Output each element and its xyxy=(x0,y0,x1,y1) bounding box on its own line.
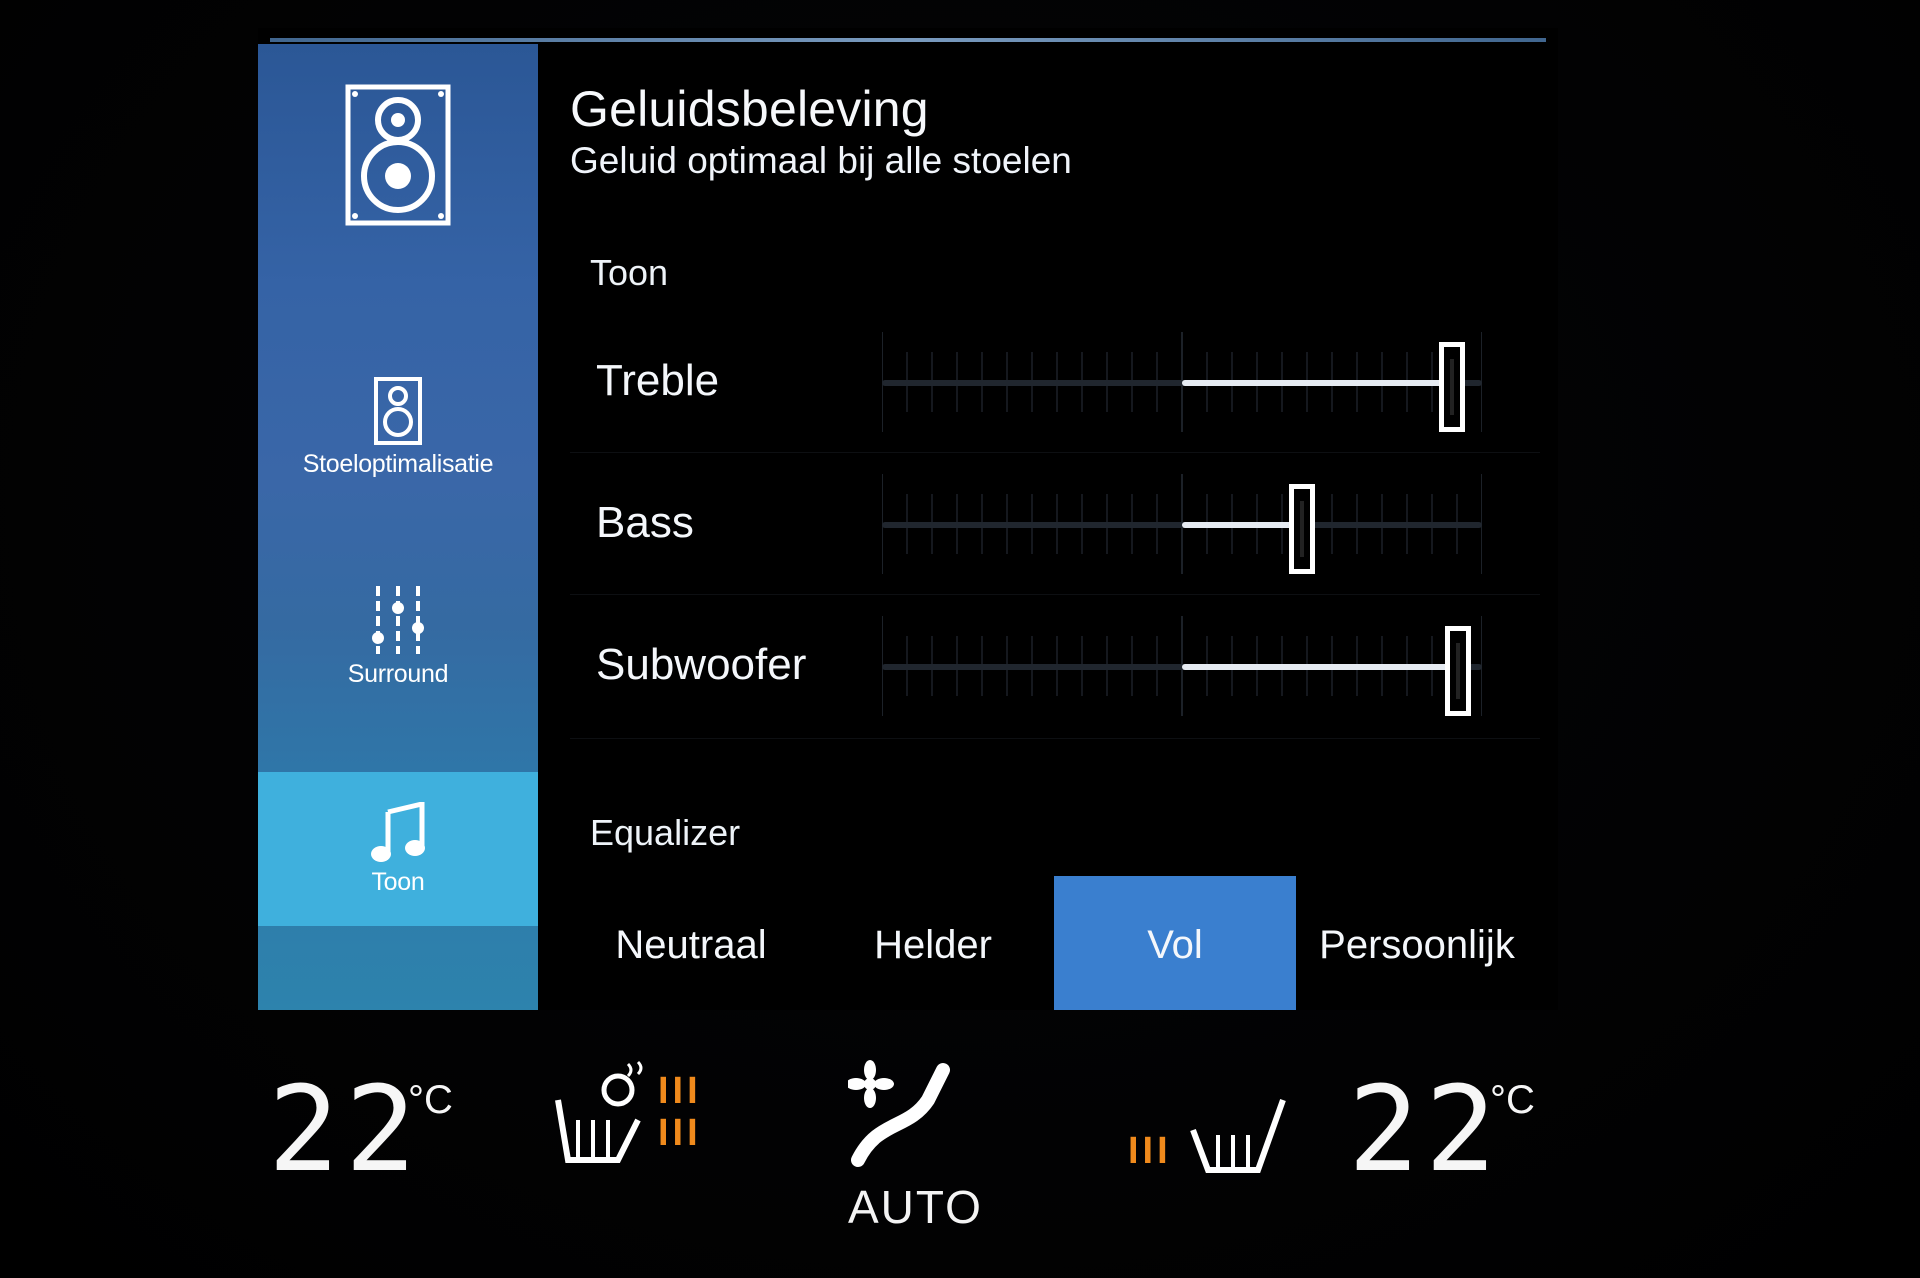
divider xyxy=(570,452,1540,453)
speaker-small-icon xyxy=(374,377,422,445)
equalizer-options: Neutraal Helder Vol Persoonlijk xyxy=(570,876,1540,1010)
slider-label: Treble xyxy=(596,356,720,405)
sidebar-item-stoeloptimalisatie[interactable]: Stoeloptimalisatie xyxy=(258,376,538,496)
slider-thumb[interactable] xyxy=(1289,484,1315,574)
sidebar-item-toon[interactable]: Toon xyxy=(258,772,538,926)
slider-thumb[interactable] xyxy=(1445,626,1471,716)
slider-fill xyxy=(1182,522,1302,528)
mixer-sliders-icon xyxy=(372,586,424,654)
main-panel: Geluidsbeleving Geluid optimaal bij alle… xyxy=(538,44,1558,1010)
sidebar-item-label: Stoeloptimalisatie xyxy=(302,450,494,478)
eq-option-persoonlijk[interactable]: Persoonlijk xyxy=(1296,876,1538,1010)
left-seat-vent-level: III xyxy=(658,1112,702,1154)
infotainment-screen: Stoeloptimalisatie Surround Toon Geluids… xyxy=(258,28,1558,1010)
slider-fill xyxy=(1182,664,1458,670)
eq-option-vol[interactable]: Vol xyxy=(1054,876,1296,1010)
section-label-toon: Toon xyxy=(590,252,669,293)
climate-bar: 22 °C III III AUTO III 22 °C xyxy=(258,1040,1558,1240)
page-subtitle: Geluid optimaal bij alle stoelen xyxy=(570,140,1072,181)
slider-thumb[interactable] xyxy=(1439,342,1465,432)
left-temperature[interactable]: 22 xyxy=(268,1060,422,1198)
sidebar-item-surround[interactable]: Surround xyxy=(258,584,538,704)
bass-slider[interactable] xyxy=(882,474,1482,574)
eq-option-helder[interactable]: Helder xyxy=(812,876,1054,1010)
sidebar: Stoeloptimalisatie Surround Toon xyxy=(258,44,538,1010)
slider-label: Bass xyxy=(596,498,694,547)
slider-row-bass: Bass xyxy=(570,454,1540,594)
treble-slider[interactable] xyxy=(882,332,1482,432)
top-accent-line xyxy=(270,38,1546,42)
divider xyxy=(570,594,1540,595)
slider-row-subwoofer: Subwoofer xyxy=(570,596,1540,736)
sidebar-item-sound[interactable] xyxy=(258,84,538,244)
fan-airflow-icon[interactable] xyxy=(848,1060,958,1170)
right-seat-heat-level: III xyxy=(1128,1130,1172,1172)
slider-row-treble: Treble xyxy=(570,312,1540,452)
right-seat-heat-icon[interactable] xyxy=(1188,1090,1288,1180)
sidebar-item-label: Surround xyxy=(347,660,449,688)
music-note-icon xyxy=(371,801,425,862)
right-temperature[interactable]: 22 xyxy=(1348,1060,1502,1198)
speaker-icon xyxy=(345,84,451,226)
page-title: Geluidsbeleving xyxy=(570,81,929,137)
left-temperature-unit: °C xyxy=(408,1078,453,1122)
subwoofer-slider[interactable] xyxy=(882,616,1482,716)
sidebar-item-label: Toon xyxy=(371,867,425,896)
left-seat-heat-icon[interactable] xyxy=(548,1060,648,1180)
fan-mode-label: AUTO xyxy=(848,1181,983,1233)
slider-label: Subwoofer xyxy=(596,640,807,689)
left-seat-heat-level: III xyxy=(658,1070,702,1112)
section-label-equalizer: Equalizer xyxy=(590,812,741,853)
slider-fill xyxy=(1182,380,1452,386)
right-temperature-unit: °C xyxy=(1490,1078,1535,1122)
eq-option-neutraal[interactable]: Neutraal xyxy=(570,876,812,1010)
divider xyxy=(570,738,1540,739)
